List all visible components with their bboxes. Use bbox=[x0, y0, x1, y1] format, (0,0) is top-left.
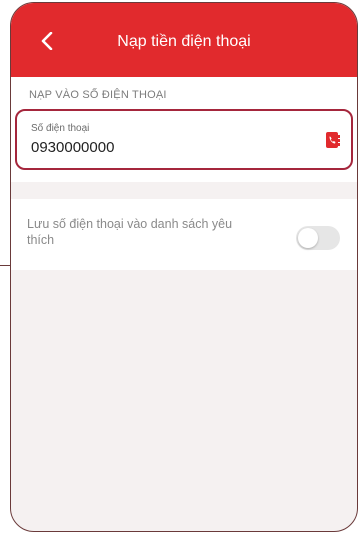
section-label: NẠP VÀO SỐ ĐIỆN THOẠI bbox=[29, 89, 167, 101]
phone-number-input[interactable] bbox=[31, 139, 271, 156]
contacts-button[interactable] bbox=[325, 131, 341, 149]
favorite-row: Lưu số điện thoại vào danh sách yêu thíc… bbox=[11, 199, 357, 270]
app-header: Nạp tiền điện thoại bbox=[11, 3, 357, 77]
toggle-knob bbox=[298, 228, 318, 248]
phone-field-label: Số điện thoại bbox=[31, 123, 90, 134]
section-spacer bbox=[11, 170, 357, 182]
phone-frame: Nạp tiền điện thoại NẠP VÀO SỐ ĐIỆN THOẠ… bbox=[10, 2, 358, 532]
favorite-toggle[interactable] bbox=[296, 226, 340, 250]
section-gap bbox=[11, 182, 357, 199]
screen: Nạp tiền điện thoại NẠP VÀO SỐ ĐIỆN THOẠ… bbox=[0, 0, 359, 538]
phone-number-field[interactable]: Số điện thoại bbox=[15, 109, 353, 170]
phone-book-icon bbox=[326, 132, 340, 148]
topup-section: NẠP VÀO SỐ ĐIỆN THOẠI Số điện thoại bbox=[11, 77, 357, 182]
favorite-label: Lưu số điện thoại vào danh sách yêu thíc… bbox=[27, 217, 233, 247]
page-title: Nạp tiền điện thoại bbox=[117, 33, 251, 50]
